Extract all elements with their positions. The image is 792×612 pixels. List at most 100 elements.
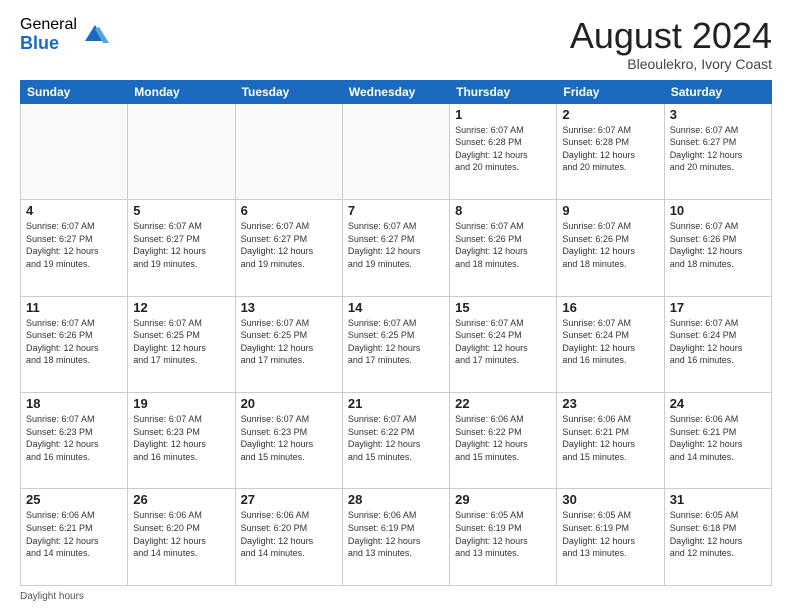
table-row: 22Sunrise: 6:06 AM Sunset: 6:22 PM Dayli…	[450, 393, 557, 489]
table-row: 20 Sunrise: 6:07 AM Sunset: 6:23 PM Dayli…	[235, 393, 342, 489]
table-row: 31 Sunrise: 6:05 AM Sunset: 6:18 PM Dayli…	[664, 489, 771, 586]
day-number: 21	[348, 396, 444, 411]
col-thursday: Thursday	[450, 80, 557, 103]
day-number: 8	[455, 203, 551, 218]
day-info: Sunrise: 6:07 AM Sunset: 6:27 PM Dayligh…	[348, 220, 444, 270]
table-row: 1 Sunrise: 6:07 AM Sunset: 6:28 PM Daylig…	[450, 103, 557, 199]
day-number: 16	[562, 300, 658, 315]
footer-text: Daylight hours	[20, 591, 84, 602]
logo-icon	[81, 19, 109, 47]
day-info: Sunrise: 6:07 AM Sunset: 6:26 PM Dayligh…	[455, 220, 551, 270]
day-info: Sunrise: 6:07 AM Sunset: 6:24 PM Dayligh…	[455, 317, 551, 367]
day-info: Sunrise: 6:05 AM Sunset: 6:18 PM Dayligh…	[670, 509, 766, 559]
day-number: 1	[455, 107, 551, 122]
day-info: Sunrise: 6:07 AM Sunset: 6:24 PM Dayligh…	[562, 317, 658, 367]
logo-general: General	[20, 16, 77, 34]
day-number: 23	[562, 396, 658, 411]
table-row: 6 Sunrise: 6:07 AM Sunset: 6:27 PM Daylig…	[235, 200, 342, 296]
table-row	[235, 103, 342, 199]
table-row: 14Sunrise: 6:07 AM Sunset: 6:25 PM Dayli…	[342, 296, 449, 392]
calendar-subtitle: Bleoulekro, Ivory Coast	[570, 56, 772, 72]
day-number: 2	[562, 107, 658, 122]
table-row: 9Sunrise: 6:07 AM Sunset: 6:26 PM Daylig…	[557, 200, 664, 296]
title-block: August 2024 Bleoulekro, Ivory Coast	[570, 16, 772, 72]
day-info: Sunrise: 6:06 AM Sunset: 6:21 PM Dayligh…	[670, 413, 766, 463]
calendar-week-2: 4 Sunrise: 6:07 AM Sunset: 6:27 PM Daylig…	[21, 200, 772, 296]
col-wednesday: Wednesday	[342, 80, 449, 103]
table-row: 11 Sunrise: 6:07 AM Sunset: 6:26 PM Dayli…	[21, 296, 128, 392]
table-row: 29Sunrise: 6:05 AM Sunset: 6:19 PM Dayli…	[450, 489, 557, 586]
col-tuesday: Tuesday	[235, 80, 342, 103]
table-row: 25Sunrise: 6:06 AM Sunset: 6:21 PM Dayli…	[21, 489, 128, 586]
table-row: 16 Sunrise: 6:07 AM Sunset: 6:24 PM Dayli…	[557, 296, 664, 392]
table-row: 19Sunrise: 6:07 AM Sunset: 6:23 PM Dayli…	[128, 393, 235, 489]
day-number: 13	[241, 300, 337, 315]
day-info: Sunrise: 6:05 AM Sunset: 6:19 PM Dayligh…	[562, 509, 658, 559]
table-row: 21Sunrise: 6:07 AM Sunset: 6:22 PM Dayli…	[342, 393, 449, 489]
logo-text: General Blue	[20, 16, 77, 53]
col-saturday: Saturday	[664, 80, 771, 103]
day-number: 5	[133, 203, 229, 218]
day-info: Sunrise: 6:06 AM Sunset: 6:20 PM Dayligh…	[241, 509, 337, 559]
table-row: 15Sunrise: 6:07 AM Sunset: 6:24 PM Dayli…	[450, 296, 557, 392]
table-row	[342, 103, 449, 199]
day-info: Sunrise: 6:07 AM Sunset: 6:25 PM Dayligh…	[133, 317, 229, 367]
col-sunday: Sunday	[21, 80, 128, 103]
table-row: 5 Sunrise: 6:07 AM Sunset: 6:27 PM Daylig…	[128, 200, 235, 296]
table-row: 3Sunrise: 6:07 AM Sunset: 6:27 PM Daylig…	[664, 103, 771, 199]
day-info: Sunrise: 6:07 AM Sunset: 6:26 PM Dayligh…	[26, 317, 122, 367]
calendar-week-3: 11 Sunrise: 6:07 AM Sunset: 6:26 PM Dayli…	[21, 296, 772, 392]
day-number: 27	[241, 492, 337, 507]
day-number: 12	[133, 300, 229, 315]
table-row: 26Sunrise: 6:06 AM Sunset: 6:20 PM Dayli…	[128, 489, 235, 586]
day-info: Sunrise: 6:07 AM Sunset: 6:24 PM Dayligh…	[670, 317, 766, 367]
day-info: Sunrise: 6:07 AM Sunset: 6:26 PM Dayligh…	[670, 220, 766, 270]
calendar-week-4: 18 Sunrise: 6:07 AM Sunset: 6:23 PM Dayli…	[21, 393, 772, 489]
day-info: Sunrise: 6:07 AM Sunset: 6:27 PM Dayligh…	[26, 220, 122, 270]
day-number: 31	[670, 492, 766, 507]
calendar-title: August 2024	[570, 16, 772, 56]
col-monday: Monday	[128, 80, 235, 103]
day-number: 11	[26, 300, 122, 315]
footer: Daylight hours	[20, 591, 772, 602]
table-row: 12 Sunrise: 6:07 AM Sunset: 6:25 PM Dayli…	[128, 296, 235, 392]
day-number: 17	[670, 300, 766, 315]
day-info: Sunrise: 6:07 AM Sunset: 6:28 PM Dayligh…	[562, 124, 658, 174]
col-friday: Friday	[557, 80, 664, 103]
day-number: 6	[241, 203, 337, 218]
table-row: 30 Sunrise: 6:05 AM Sunset: 6:19 PM Dayli…	[557, 489, 664, 586]
day-info: Sunrise: 6:06 AM Sunset: 6:20 PM Dayligh…	[133, 509, 229, 559]
day-number: 30	[562, 492, 658, 507]
day-info: Sunrise: 6:07 AM Sunset: 6:27 PM Dayligh…	[670, 124, 766, 174]
day-number: 9	[562, 203, 658, 218]
day-number: 4	[26, 203, 122, 218]
day-info: Sunrise: 6:07 AM Sunset: 6:27 PM Dayligh…	[133, 220, 229, 270]
day-info: Sunrise: 6:07 AM Sunset: 6:25 PM Dayligh…	[348, 317, 444, 367]
day-info: Sunrise: 6:07 AM Sunset: 6:25 PM Dayligh…	[241, 317, 337, 367]
day-number: 22	[455, 396, 551, 411]
day-info: Sunrise: 6:07 AM Sunset: 6:28 PM Dayligh…	[455, 124, 551, 174]
day-number: 10	[670, 203, 766, 218]
day-number: 25	[26, 492, 122, 507]
table-row: 17 Sunrise: 6:07 AM Sunset: 6:24 PM Dayli…	[664, 296, 771, 392]
day-info: Sunrise: 6:07 AM Sunset: 6:23 PM Dayligh…	[26, 413, 122, 463]
day-number: 19	[133, 396, 229, 411]
table-row: 8 Sunrise: 6:07 AM Sunset: 6:26 PM Daylig…	[450, 200, 557, 296]
table-row: 23 Sunrise: 6:06 AM Sunset: 6:21 PM Dayli…	[557, 393, 664, 489]
day-info: Sunrise: 6:07 AM Sunset: 6:23 PM Dayligh…	[241, 413, 337, 463]
table-row	[21, 103, 128, 199]
table-row: 2 Sunrise: 6:07 AM Sunset: 6:28 PM Daylig…	[557, 103, 664, 199]
day-number: 20	[241, 396, 337, 411]
day-number: 18	[26, 396, 122, 411]
calendar-week-5: 25Sunrise: 6:06 AM Sunset: 6:21 PM Dayli…	[21, 489, 772, 586]
logo: General Blue	[20, 16, 109, 53]
header: General Blue August 2024 Bleoulekro, Ivo…	[20, 16, 772, 72]
calendar-week-1: 1 Sunrise: 6:07 AM Sunset: 6:28 PM Daylig…	[21, 103, 772, 199]
table-row	[128, 103, 235, 199]
table-row: 4 Sunrise: 6:07 AM Sunset: 6:27 PM Daylig…	[21, 200, 128, 296]
day-number: 7	[348, 203, 444, 218]
table-row: 24Sunrise: 6:06 AM Sunset: 6:21 PM Dayli…	[664, 393, 771, 489]
logo-blue: Blue	[20, 34, 77, 54]
day-info: Sunrise: 6:06 AM Sunset: 6:21 PM Dayligh…	[562, 413, 658, 463]
day-info: Sunrise: 6:07 AM Sunset: 6:27 PM Dayligh…	[241, 220, 337, 270]
